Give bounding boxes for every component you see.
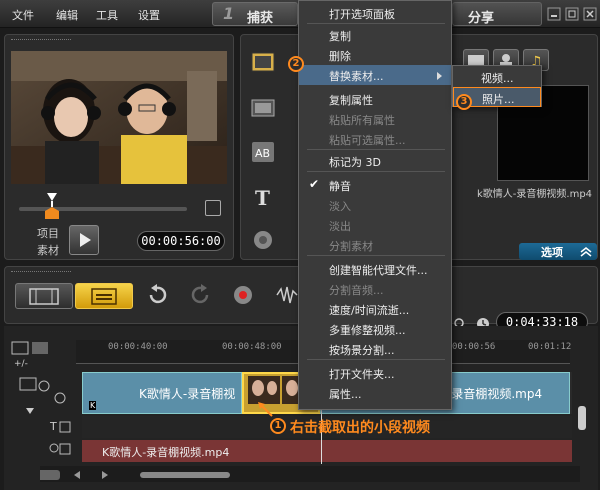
timeline-icon <box>91 288 117 305</box>
ctx-open-folder[interactable]: 打开文件夹... <box>299 363 451 383</box>
ctx-open-options-panel[interactable]: 打开选项面板 <box>299 3 451 23</box>
ctx-delete[interactable]: 删除 <box>299 45 451 65</box>
clip-mode-label[interactable]: 素材 <box>37 242 59 258</box>
ctx-separator <box>307 255 445 256</box>
audio-track[interactable]: K歌情人-录音棚视频.mp4 <box>82 440 572 462</box>
options-label: 选项 <box>541 246 563 259</box>
timeline-view-button[interactable] <box>75 283 133 309</box>
track-headers: +/- T <box>8 340 76 464</box>
menu-edit[interactable]: 编辑 <box>56 7 78 23</box>
play-button[interactable] <box>69 225 99 255</box>
player-panel: 项目 素材 00:00:56:00 <box>4 34 234 260</box>
library-toolbar: AB T <box>243 43 283 259</box>
submenu-video[interactable]: 视频... <box>453 67 541 87</box>
video-preview <box>11 51 227 184</box>
video-frame-image <box>11 51 227 184</box>
panel-grip[interactable] <box>11 39 71 42</box>
ctx-paste-all-attributes: 粘贴所有属性 <box>329 114 395 127</box>
project-mode-label[interactable]: 项目 <box>37 225 59 241</box>
menu-tools[interactable]: 工具 <box>96 7 118 23</box>
graphic-icon[interactable] <box>249 227 277 253</box>
ctx-separator <box>307 23 445 24</box>
video-clip[interactable]: K歌情人-录音棚视 K <box>82 372 242 414</box>
window-controls <box>544 4 600 24</box>
ruler-tick: 00:00:40:00 <box>108 342 168 352</box>
ctx-properties[interactable]: 属性... <box>299 383 451 403</box>
ctx-separator <box>307 359 445 360</box>
ctx-multi-trim[interactable]: 多重修整视频... <box>299 319 451 339</box>
ctx-speed-time-lapse[interactable]: 速度/时间流逝... <box>299 299 451 319</box>
ctx-copy-attributes[interactable]: 复制属性 <box>299 89 451 109</box>
transition-icon[interactable] <box>249 95 277 121</box>
storyboard-view-button[interactable] <box>15 283 73 309</box>
step-badge-1: 1 <box>270 418 286 434</box>
ctx-separator <box>307 149 445 150</box>
panel-grip[interactable] <box>11 271 71 274</box>
scrubber-handle-icon <box>45 193 59 219</box>
horizontal-scrollbar[interactable] <box>30 466 580 482</box>
annotation-arrow-icon <box>258 402 273 417</box>
clip-title: -录音棚视频.mp4 <box>447 387 543 401</box>
media-library-icon[interactable] <box>249 49 277 75</box>
sound-mixer-icon[interactable] <box>275 283 299 307</box>
ctx-fade-out: 淡出 <box>329 220 351 233</box>
undo-icon[interactable] <box>145 283 169 307</box>
window-control-icons <box>547 7 597 21</box>
player-timecode[interactable]: 00:00:56:00 <box>137 231 225 251</box>
svg-text:AB: AB <box>255 147 270 160</box>
ctx-mute[interactable]: 静音 <box>299 175 451 195</box>
ctx-split-by-scene[interactable]: 按场景分割... <box>299 339 451 359</box>
annotation-text: 右击截取出的小段视频 <box>290 420 430 436</box>
library-filename: k歌情人-录音棚视频.mp4 <box>477 189 593 200</box>
svg-text:+/-: +/- <box>14 359 28 369</box>
ctx-replace-clip[interactable]: 替换素材... <box>299 65 451 85</box>
clip-marker: K <box>89 401 97 410</box>
minimize-icon <box>547 7 561 21</box>
film-strip-icon <box>29 288 59 305</box>
scrubber-handle[interactable] <box>45 193 59 223</box>
ctx-mark-3d[interactable]: 标记为 3D <box>299 151 451 171</box>
ctx-split-clip: 分割素材 <box>329 240 373 253</box>
ctx-copy[interactable]: 复制 <box>299 25 451 45</box>
ruler-tick: 00:00:56 <box>452 342 496 352</box>
step-badge-3: 3 <box>456 94 472 110</box>
ctx-paste-selected-attributes: 粘贴可选属性... <box>329 134 406 147</box>
title-ab-icon[interactable]: AB <box>249 139 277 165</box>
tab-share-label: 分享 <box>468 11 495 26</box>
enlarge-preview-button[interactable] <box>205 200 221 216</box>
tab-capture-label: 捕获 <box>247 11 274 26</box>
vertical-scrollbar[interactable] <box>578 366 586 462</box>
menu-settings[interactable]: 设置 <box>138 7 160 23</box>
text-title-icon[interactable]: T <box>249 183 277 210</box>
step-number: 1 <box>223 4 235 23</box>
track-header-icons: +/- T <box>11 341 71 455</box>
ruler-tick: 00:01:12 <box>528 342 572 352</box>
tab-share[interactable]: 分享 <box>452 2 542 26</box>
redo-icon[interactable] <box>189 283 213 307</box>
ctx-create-smart-proxy[interactable]: 创建智能代理文件... <box>299 259 451 279</box>
chevron-up-icon <box>580 247 592 257</box>
menu-file[interactable]: 文件 <box>12 7 34 23</box>
play-icon <box>80 233 91 247</box>
maximize-icon <box>565 7 579 21</box>
ctx-fade-in: 淡入 <box>329 200 351 213</box>
svg-text:T: T <box>255 186 270 209</box>
step-badge-2: 2 <box>288 56 304 72</box>
submenu-arrow-icon <box>437 72 442 80</box>
tab-capture[interactable]: 1 捕获 <box>212 2 298 26</box>
ctx-separator <box>307 171 445 172</box>
context-menu: 打开选项面板 复制 删除 替换素材... 复制属性 粘贴所有属性 粘贴可选属性.… <box>298 0 452 410</box>
ctx-split-audio: 分割音频... <box>329 284 384 297</box>
svg-text:T: T <box>49 420 57 433</box>
ruler-tick: 00:00:48:00 <box>222 342 282 352</box>
clip-title: K歌情人-录音棚视 <box>139 387 236 401</box>
audio-clip-title: K歌情人-录音棚视频.mp4 <box>102 446 230 459</box>
options-button[interactable]: 选项 <box>519 243 597 260</box>
record-capture-icon[interactable] <box>231 283 257 307</box>
